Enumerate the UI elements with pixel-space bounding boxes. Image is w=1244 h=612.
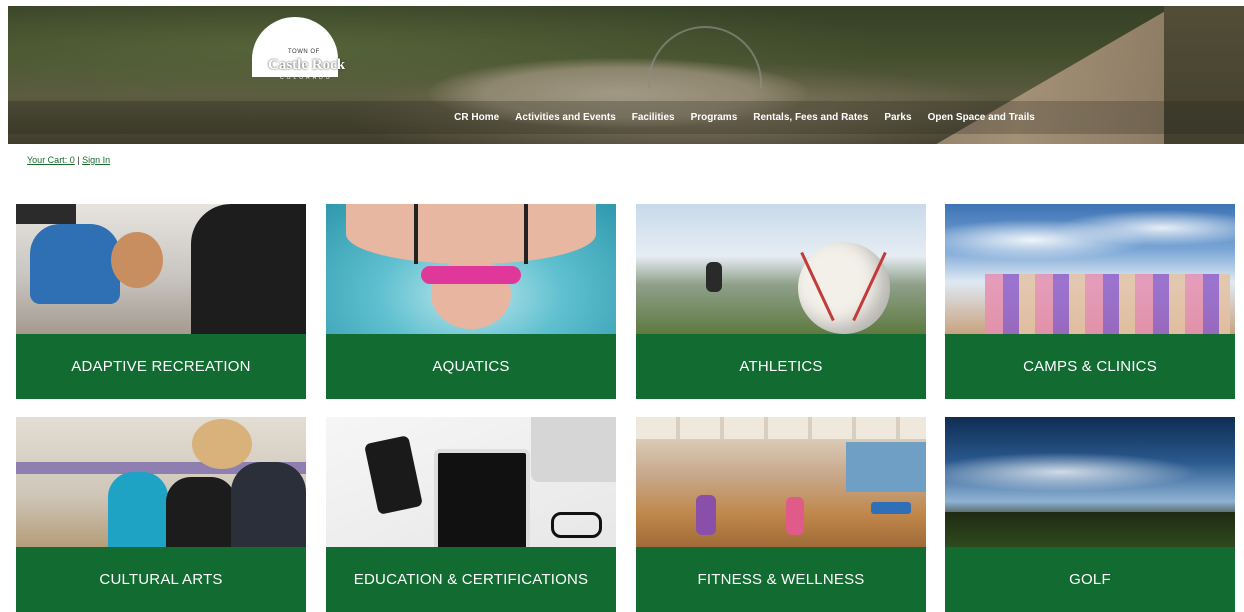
nav-parks[interactable]: Parks bbox=[884, 112, 911, 123]
account-separator: | bbox=[77, 155, 80, 165]
category-tile-camps-clinics[interactable]: CAMPS & CLINICS bbox=[945, 204, 1235, 399]
nav-rentals-fees-rates[interactable]: Rentals, Fees and Rates bbox=[753, 112, 868, 123]
category-label: FITNESS & WELLNESS bbox=[636, 547, 926, 612]
cart-link[interactable]: Your Cart: 0 bbox=[27, 155, 75, 165]
sign-in-link[interactable]: Sign In bbox=[82, 155, 110, 165]
main-nav: CR Home Activities and Events Facilities… bbox=[8, 101, 1244, 134]
category-label: CAMPS & CLINICS bbox=[945, 334, 1235, 399]
logo-town-of: Town of bbox=[288, 49, 320, 55]
category-tile-aquatics[interactable]: AQUATICS bbox=[326, 204, 616, 399]
camps-clinics-photo bbox=[945, 204, 1235, 334]
hero-banner: Town of Castle Rock Colorado CR Home Act… bbox=[8, 6, 1244, 144]
category-tile-adaptive-recreation[interactable]: ADAPTIVE RECREATION bbox=[16, 204, 306, 399]
town-logo[interactable]: Town of Castle Rock Colorado bbox=[250, 17, 370, 87]
category-label: ATHLETICS bbox=[636, 334, 926, 399]
account-links: Your Cart: 0 | Sign In bbox=[27, 155, 110, 165]
category-tile-golf[interactable]: GOLF bbox=[945, 417, 1235, 612]
nav-programs[interactable]: Programs bbox=[691, 112, 738, 123]
nav-activities-and-events[interactable]: Activities and Events bbox=[515, 112, 616, 123]
nav-open-space-trails[interactable]: Open Space and Trails bbox=[928, 112, 1035, 123]
fitness-wellness-photo bbox=[636, 417, 926, 547]
athletics-photo bbox=[636, 204, 926, 334]
category-label: ADAPTIVE RECREATION bbox=[16, 334, 306, 399]
education-certifications-photo bbox=[326, 417, 616, 547]
category-tile-fitness-wellness[interactable]: FITNESS & WELLNESS bbox=[636, 417, 926, 612]
category-label: EDUCATION & CERTIFICATIONS bbox=[326, 547, 616, 612]
category-label: CULTURAL ARTS bbox=[16, 547, 306, 612]
category-tile-athletics[interactable]: ATHLETICS bbox=[636, 204, 926, 399]
category-tile-education-certifications[interactable]: EDUCATION & CERTIFICATIONS bbox=[326, 417, 616, 612]
logo-name: Castle Rock bbox=[268, 57, 346, 73]
aquatics-photo bbox=[326, 204, 616, 334]
cultural-arts-photo bbox=[16, 417, 306, 547]
category-label: GOLF bbox=[945, 547, 1235, 612]
logo-state: Colorado bbox=[280, 75, 333, 81]
category-tile-cultural-arts[interactable]: CULTURAL ARTS bbox=[16, 417, 306, 612]
adaptive-recreation-photo bbox=[16, 204, 306, 334]
category-label: AQUATICS bbox=[326, 334, 616, 399]
nav-facilities[interactable]: Facilities bbox=[632, 112, 675, 123]
nav-cr-home[interactable]: CR Home bbox=[454, 112, 499, 123]
golf-photo bbox=[945, 417, 1235, 547]
